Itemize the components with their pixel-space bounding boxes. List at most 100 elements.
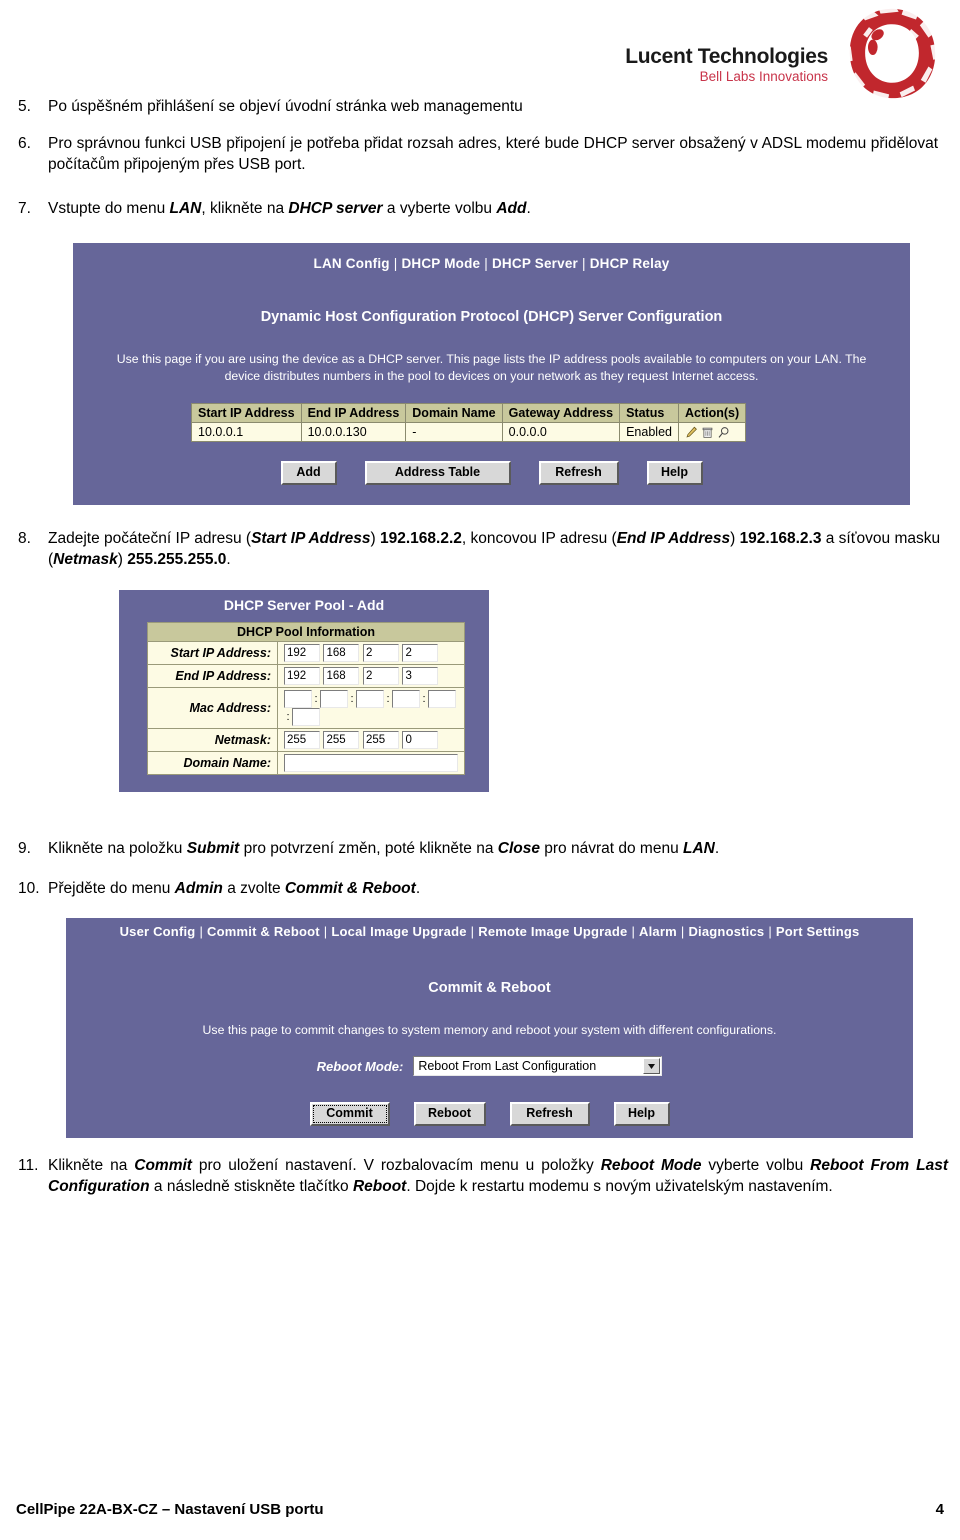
reboot-mode-select[interactable]: Reboot From Last Configuration	[413, 1056, 663, 1076]
step-8-value-start-ip: 192.168.2.2	[379, 530, 462, 547]
step-11-term-commit: Commit	[134, 1157, 192, 1174]
dhcp-server-screenshot: LAN Config | DHCP Mode | DHCP Server | DHCP Re…	[73, 243, 910, 505]
commit-button[interactable]: Commit	[309, 1102, 390, 1126]
dhcp-pool-form-wrap: DHCP Pool Information Start IP Address: …	[147, 622, 465, 775]
mac-colon: :	[350, 693, 354, 706]
logo-title: Lucent Technologies	[625, 45, 828, 68]
nav-item-dhcp-mode[interactable]: DHCP Mode	[401, 256, 480, 271]
step-9-number: 9.	[18, 840, 31, 857]
view-magnifier-icon[interactable]	[717, 426, 730, 439]
cell-gateway-address: 0.0.0.0	[501, 422, 621, 442]
step-6-number: 6.	[18, 135, 31, 152]
reboot-mode-selected-value: Reboot From Last Configuration	[418, 1059, 597, 1073]
end-ip-octet-1[interactable]: 192	[284, 667, 320, 685]
refresh-button[interactable]: Refresh	[538, 461, 619, 485]
mac-colon: :	[314, 693, 318, 706]
refresh-button[interactable]: Refresh	[509, 1102, 590, 1126]
start-ip-inputs: 192 168 2 2	[277, 641, 465, 665]
cell-status: Enabled	[619, 422, 679, 442]
step-11: 11. Klikněte na Commit pro uložení nasta…	[18, 1155, 948, 1198]
step-5-number: 5.	[18, 98, 31, 115]
nav-item-dhcp-relay[interactable]: DHCP Relay	[590, 256, 670, 271]
nav-item-lan-config[interactable]: LAN Config	[314, 256, 390, 271]
commit-reboot-heading: Commit & Reboot	[428, 980, 551, 996]
mac-octet-5[interactable]	[428, 690, 456, 708]
nav-separator: |	[199, 924, 204, 939]
netmask-octet-1[interactable]: 255	[284, 731, 320, 749]
mac-colon: :	[386, 693, 390, 706]
step-6-text: Pro správnou funkci USB připojení je pot…	[48, 135, 938, 174]
start-ip-label: Start IP Address:	[147, 641, 278, 665]
step-11-text: Klikněte na Commit pro uložení nastavení…	[48, 1157, 948, 1196]
step-8: 8. Zadejte počáteční IP adresu (Start IP…	[18, 528, 948, 571]
start-ip-octet-3[interactable]: 2	[362, 644, 399, 662]
end-ip-octet-3[interactable]: 2	[362, 667, 399, 685]
reboot-button[interactable]: Reboot	[413, 1102, 486, 1126]
dhcp-server-description: Use this page if you are using the devic…	[116, 352, 867, 383]
end-ip-octet-2[interactable]: 168	[323, 667, 360, 685]
cell-actions	[677, 422, 747, 442]
netmask-octet-4[interactable]: 0	[402, 731, 439, 749]
cell-end-ip: 10.0.0.130	[300, 422, 407, 442]
nav-item-local-image-upgrade[interactable]: Local Image Upgrade	[331, 924, 466, 939]
chevron-down-icon[interactable]	[643, 1058, 661, 1074]
cell-domain-name: -	[405, 422, 503, 442]
mac-octet-1[interactable]	[284, 690, 312, 708]
dhcp-server-heading: Dynamic Host Configuration Protocol (DHC…	[260, 309, 723, 325]
nav-separator: |	[323, 924, 328, 939]
nav-separator: |	[393, 256, 398, 271]
domain-name-input[interactable]	[284, 754, 458, 772]
nav-separator: |	[768, 924, 772, 939]
step-7-text: Vstupte do menu LAN, klikněte na DHCP se…	[48, 200, 531, 217]
help-button[interactable]: Help	[646, 461, 703, 485]
nav-item-remote-image-upgrade[interactable]: Remote Image Upgrade	[478, 924, 627, 939]
edit-pencil-icon[interactable]	[685, 426, 698, 439]
add-button[interactable]: Add	[280, 461, 337, 485]
mac-octet-3[interactable]	[356, 690, 384, 708]
start-ip-octet-2[interactable]: 168	[323, 644, 360, 662]
step-7-term-lan: LAN	[169, 200, 202, 217]
nav-item-user-config[interactable]: User Config	[120, 924, 196, 939]
mac-colon: :	[286, 711, 290, 724]
start-ip-octet-1[interactable]: 192	[284, 644, 320, 662]
step-7: 7. Vstupte do menu LAN, klikněte na DHCP…	[18, 198, 778, 219]
reboot-mode-label: Reboot Mode:	[316, 1058, 404, 1074]
mac-octet-6[interactable]	[292, 708, 320, 726]
nav-separator: |	[631, 924, 636, 939]
step-9-term-close: Close	[497, 840, 540, 857]
mac-address-inputs: :::::	[277, 687, 465, 729]
col-end-ip: End IP Address	[300, 403, 407, 423]
col-actions: Action(s)	[677, 403, 747, 423]
form-row-end-ip: End IP Address: 192 168 2 3	[147, 664, 465, 688]
netmask-octet-2[interactable]: 255	[323, 731, 360, 749]
help-button[interactable]: Help	[613, 1102, 670, 1126]
netmask-label: Netmask:	[147, 728, 278, 752]
nav-item-port-settings[interactable]: Port Settings	[776, 924, 860, 939]
mac-octet-4[interactable]	[392, 690, 420, 708]
nav-item-diagnostics[interactable]: Diagnostics	[688, 924, 764, 939]
nav-item-alarm[interactable]: Alarm	[639, 924, 677, 939]
step-8-number: 8.	[18, 530, 31, 547]
start-ip-octet-4[interactable]: 2	[402, 644, 439, 662]
step-5: 5. Po úspěšném přihlášení se objeví úvod…	[18, 96, 718, 117]
step-10: 10. Přejděte do menu Admin a zvolte Comm…	[18, 878, 778, 899]
step-11-term-reboot: Reboot	[352, 1178, 407, 1196]
mac-octet-2[interactable]	[320, 690, 348, 708]
nav-item-dhcp-server[interactable]: DHCP Server	[492, 256, 578, 271]
delete-trash-icon[interactable]	[701, 426, 714, 439]
logo-wordmark: Lucent Technologies Bell Labs Innovation…	[588, 45, 828, 85]
end-ip-octet-4[interactable]: 3	[402, 667, 439, 685]
dhcp-pool-add-title: DHCP Server Pool - Add	[223, 597, 385, 613]
step-10-number: 10.	[18, 880, 40, 897]
table-header-row: Start IP Address End IP Address Domain N…	[191, 403, 747, 423]
step-8-value-end-ip: 192.168.2.3	[739, 530, 822, 547]
col-status: Status	[619, 403, 679, 423]
nav-item-commit-reboot[interactable]: Commit & Reboot	[207, 924, 320, 939]
step-9-term-lan: LAN	[683, 840, 715, 857]
dhcp-server-nav: LAN Config | DHCP Mode | DHCP Server | DHCP Re…	[73, 256, 910, 271]
address-table-button[interactable]: Address Table	[364, 461, 511, 485]
footer-page-number: 4	[935, 1501, 944, 1518]
lucent-logo: Lucent Technologies Bell Labs Innovation…	[596, 4, 946, 102]
cell-start-ip: 10.0.0.1	[191, 422, 302, 442]
netmask-octet-3[interactable]: 255	[362, 731, 399, 749]
